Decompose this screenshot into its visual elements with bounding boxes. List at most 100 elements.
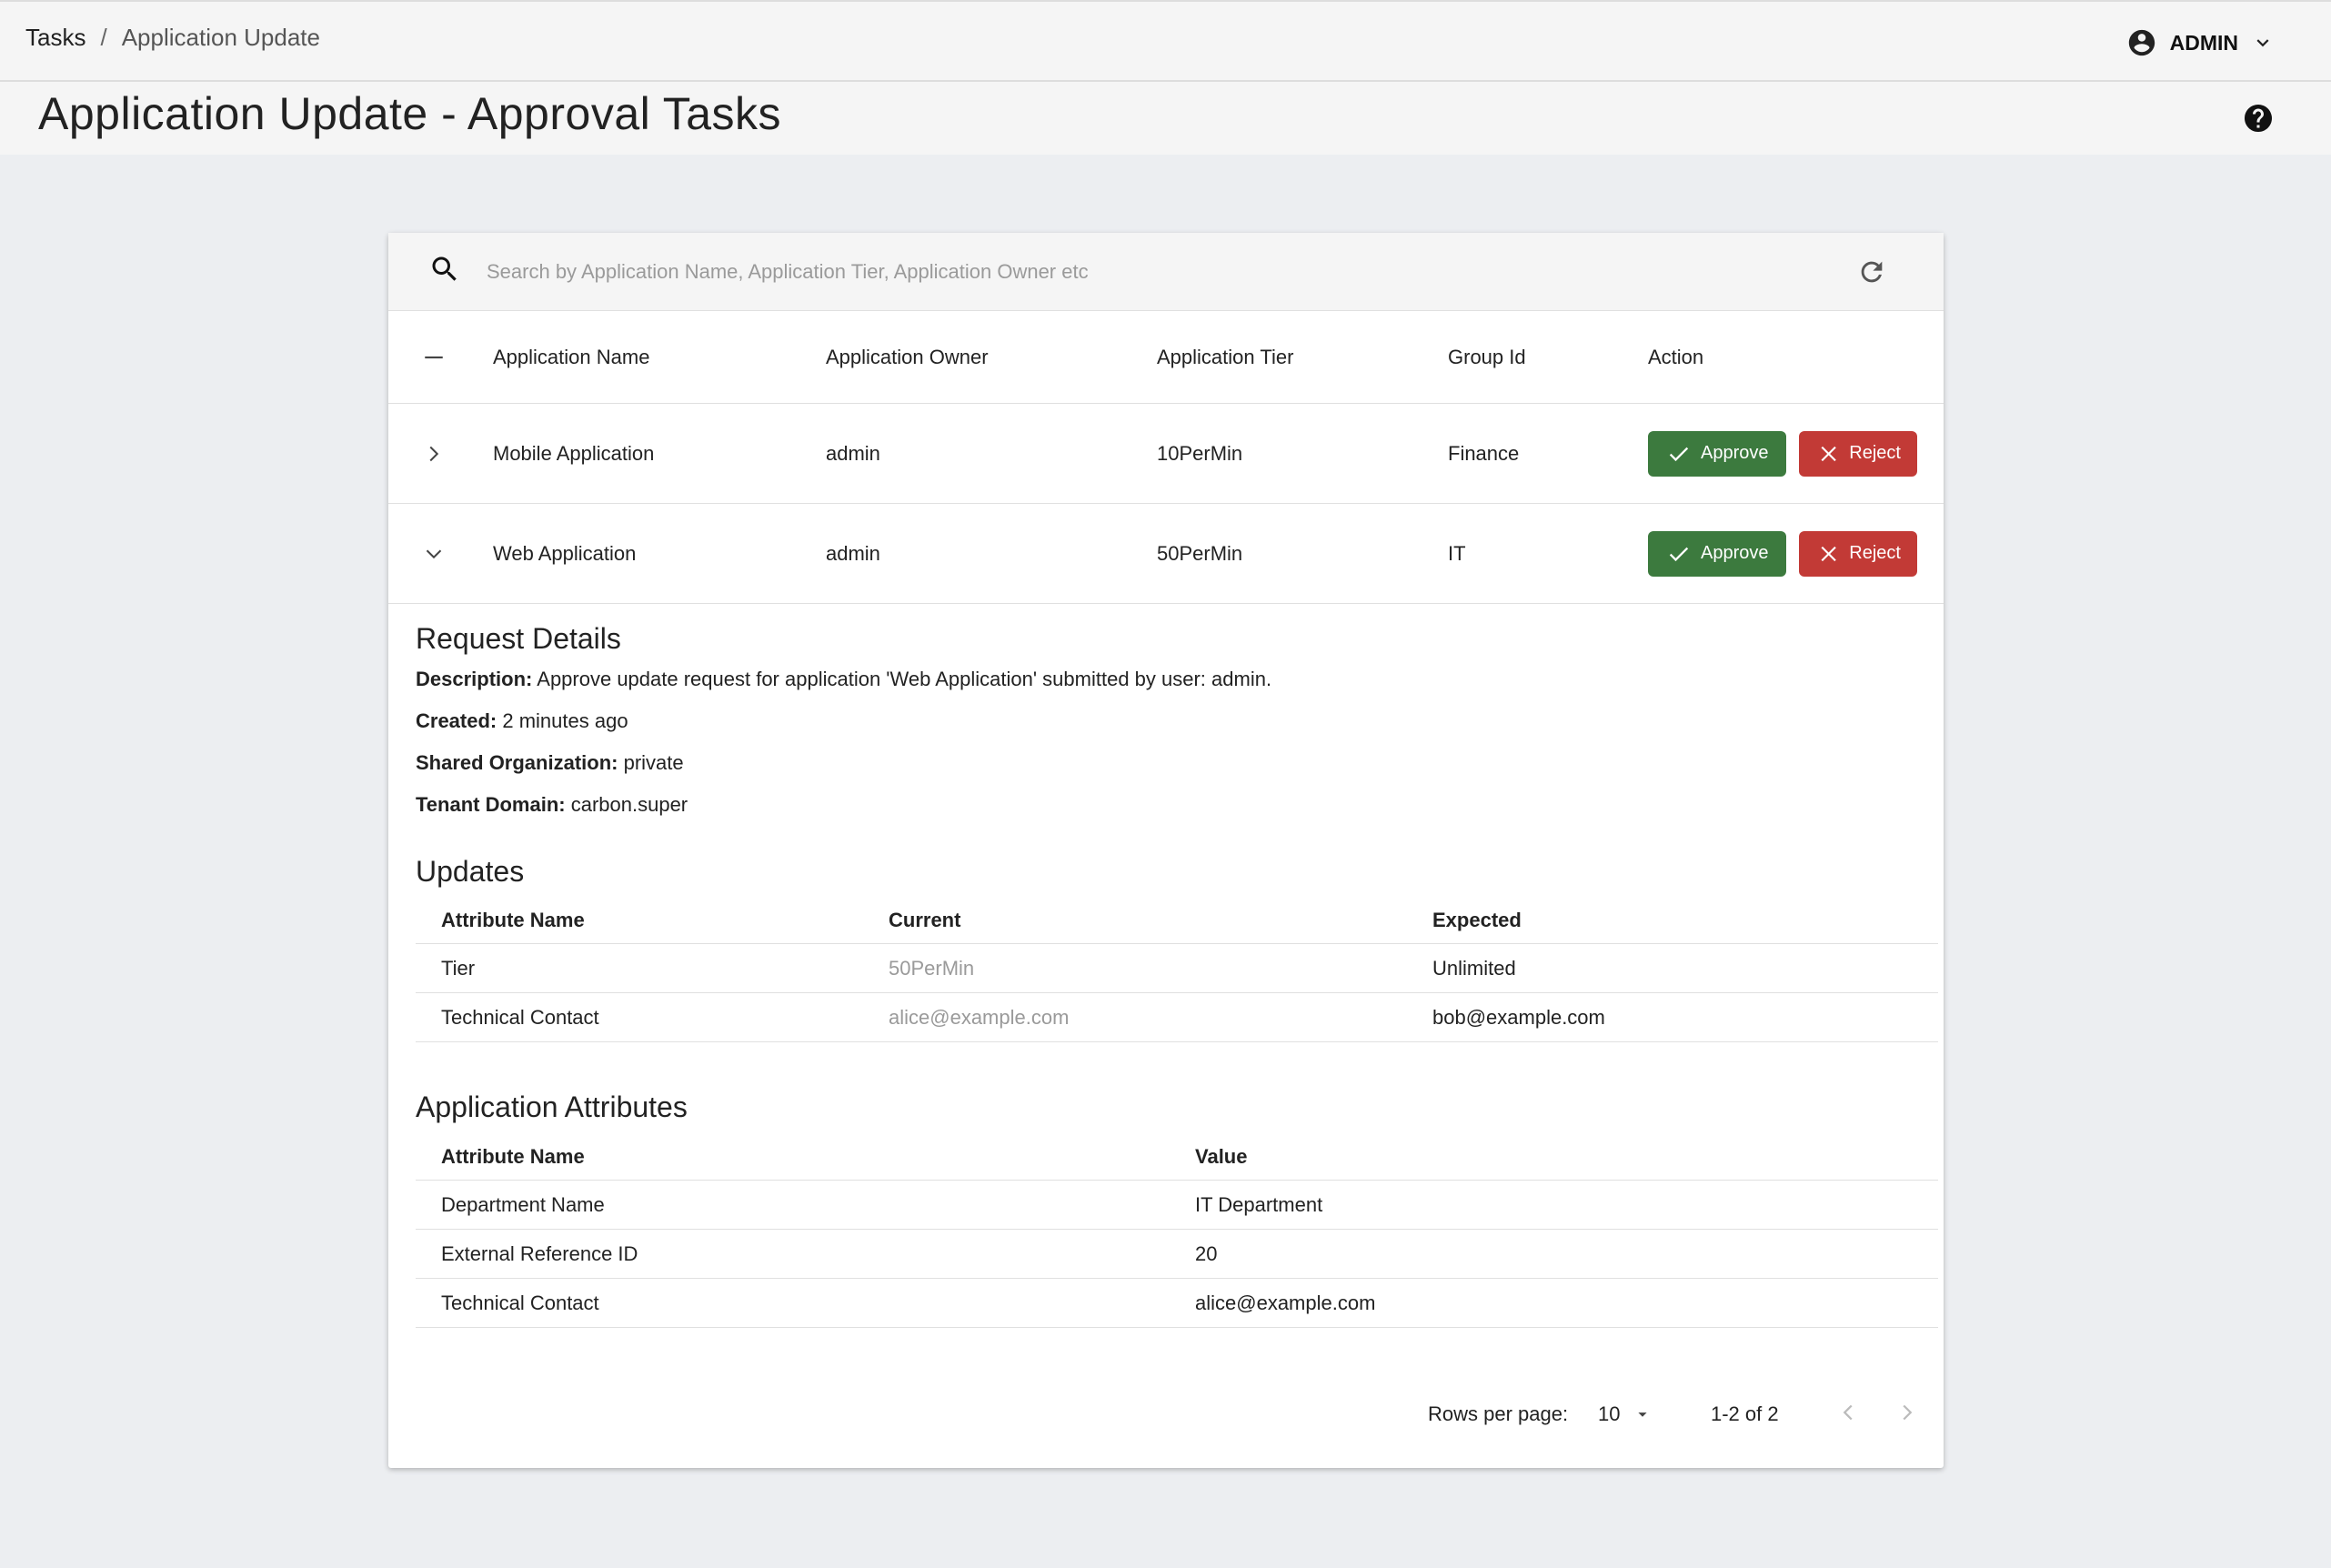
breadcrumb: Tasks / Application Update <box>25 24 320 52</box>
close-icon <box>1821 446 1836 461</box>
updates-header-expected: Expected <box>1432 908 1522 931</box>
tasks-table-card: Application Name Application Owner Appli… <box>388 233 1944 1468</box>
tenant-domain-line: Tenant Domain: carbon.super <box>416 790 1944 819</box>
approve-button[interactable]: Approve <box>1648 530 1786 577</box>
chevron-down-icon <box>426 549 442 558</box>
cell-group-id: Finance <box>1448 441 1520 465</box>
description-value: Approve update request for application '… <box>537 668 1272 690</box>
chevron-right-icon <box>429 446 439 461</box>
tenant-domain-value: carbon.super <box>570 793 688 816</box>
account-circle-icon <box>2128 29 2155 56</box>
update-attribute-name: Technical Contact <box>441 1005 599 1029</box>
description-line: Description: Approve update request for … <box>416 665 1944 694</box>
table-row: Tier 50PerMin Unlimited <box>416 944 1938 993</box>
column-header-application-owner: Application Owner <box>826 345 989 368</box>
column-header-application-tier: Application Tier <box>1157 345 1294 368</box>
attributes-header-value: Value <box>1195 1144 1248 1168</box>
attribute-name: Technical Contact <box>441 1291 599 1314</box>
search-bar <box>388 233 1944 311</box>
collapse-all-button[interactable] <box>416 311 452 403</box>
chevron-right-icon <box>1903 1404 1913 1421</box>
table-row: Technical Contact alice@example.com bob@… <box>416 993 1938 1042</box>
rows-per-page-value: 10 <box>1598 1402 1621 1425</box>
next-page-button[interactable] <box>1894 1399 1921 1432</box>
pagination-range: 1-2 of 2 <box>1711 1402 1779 1425</box>
shared-organization-line: Shared Organization: private <box>416 749 1944 778</box>
cell-application-owner: admin <box>826 441 880 465</box>
cell-group-id: IT <box>1448 541 1466 565</box>
cell-application-tier: 50PerMin <box>1157 541 1243 565</box>
update-attribute-name: Tier <box>441 956 476 980</box>
rows-per-page-select[interactable]: 10 <box>1598 1402 1653 1426</box>
description-label: Description: <box>416 668 533 690</box>
chevron-left-icon <box>1843 1404 1853 1421</box>
attributes-table-header: Attribute Name Value <box>416 1133 1938 1181</box>
attribute-value: 20 <box>1195 1241 1218 1265</box>
cell-application-name: Mobile Application <box>493 441 655 465</box>
table-row: External Reference ID 20 <box>416 1230 1938 1279</box>
updates-title: Updates <box>416 855 525 888</box>
reject-button[interactable]: Reject <box>1799 430 1917 477</box>
breadcrumb-separator: / <box>100 24 107 51</box>
attributes-header-name: Attribute Name <box>441 1144 585 1168</box>
approve-label: Approve <box>1701 543 1769 563</box>
attribute-name: Department Name <box>441 1192 605 1216</box>
expand-row-button[interactable] <box>416 404 452 503</box>
reject-label: Reject <box>1849 443 1901 463</box>
created-label: Created: <box>416 709 497 732</box>
approve-button[interactable]: Approve <box>1648 430 1786 477</box>
search-icon <box>432 256 457 281</box>
tenant-domain-label: Tenant Domain: <box>416 793 566 816</box>
table-row: Web Application admin 50PerMin IT Approv… <box>388 504 1944 604</box>
attribute-name: External Reference ID <box>441 1241 638 1265</box>
shared-organization-value: private <box>623 751 684 774</box>
help-icon <box>2245 105 2272 132</box>
user-menu-button[interactable]: ADMIN <box>2126 27 2275 58</box>
check-icon <box>1669 547 1689 561</box>
search-input[interactable] <box>487 253 1760 291</box>
application-attributes-title: Application Attributes <box>416 1091 688 1123</box>
cell-application-name: Web Application <box>493 541 637 565</box>
update-current-value: alice@example.com <box>889 1005 1070 1029</box>
previous-page-button[interactable] <box>1834 1399 1862 1432</box>
table-row: Technical Contact alice@example.com <box>416 1279 1938 1328</box>
updates-header-current: Current <box>889 908 961 931</box>
column-header-action: Action <box>1648 345 1704 368</box>
request-details-title: Request Details <box>416 622 621 655</box>
update-expected-value: bob@example.com <box>1432 1005 1605 1029</box>
approve-label: Approve <box>1701 443 1769 463</box>
table-row: Mobile Application admin 10PerMin Financ… <box>388 404 1944 504</box>
cell-application-tier: 10PerMin <box>1157 441 1243 465</box>
title-bar: Application Update - Approval Tasks <box>0 82 2331 155</box>
help-button[interactable] <box>2242 102 2275 139</box>
table-row: Department Name IT Department <box>416 1181 1938 1230</box>
user-name: ADMIN <box>2169 30 2238 55</box>
updates-table: Attribute Name Current Expected Tier 50P… <box>416 897 1938 1042</box>
pagination: Rows per page: 10 1-2 of 2 <box>388 1388 1944 1442</box>
page-title: Application Update - Approval Tasks <box>38 88 782 139</box>
collapse-all-icon <box>425 356 443 358</box>
shared-organization-label: Shared Organization: <box>416 751 618 774</box>
dropdown-arrow-icon <box>1638 1412 1648 1417</box>
created-line: Created: 2 minutes ago <box>416 707 1944 736</box>
created-value: 2 minutes ago <box>502 709 628 732</box>
updates-table-header: Attribute Name Current Expected <box>416 897 1938 944</box>
reject-button[interactable]: Reject <box>1799 530 1917 577</box>
column-header-group-id: Group Id <box>1448 345 1526 368</box>
request-details: Request Details Description: Approve upd… <box>416 622 1944 819</box>
top-app-bar: Tasks / Application Update ADMIN <box>0 0 2331 82</box>
collapse-row-button[interactable] <box>416 504 452 603</box>
attribute-value: alice@example.com <box>1195 1291 1376 1314</box>
reject-label: Reject <box>1849 543 1901 563</box>
breadcrumb-tasks-link[interactable]: Tasks <box>25 24 85 52</box>
application-attributes-table: Attribute Name Value Department Name IT … <box>416 1133 1938 1328</box>
update-current-value: 50PerMin <box>889 956 975 980</box>
refresh-icon[interactable] <box>1856 256 1887 287</box>
check-icon <box>1669 447 1689 461</box>
update-expected-value: Unlimited <box>1432 956 1516 980</box>
cell-application-owner: admin <box>826 541 880 565</box>
chevron-down-icon <box>2256 39 2269 47</box>
breadcrumb-current: Application Update <box>121 24 320 51</box>
cell-actions: Approve Reject <box>1648 504 1917 603</box>
close-icon <box>1821 546 1836 561</box>
